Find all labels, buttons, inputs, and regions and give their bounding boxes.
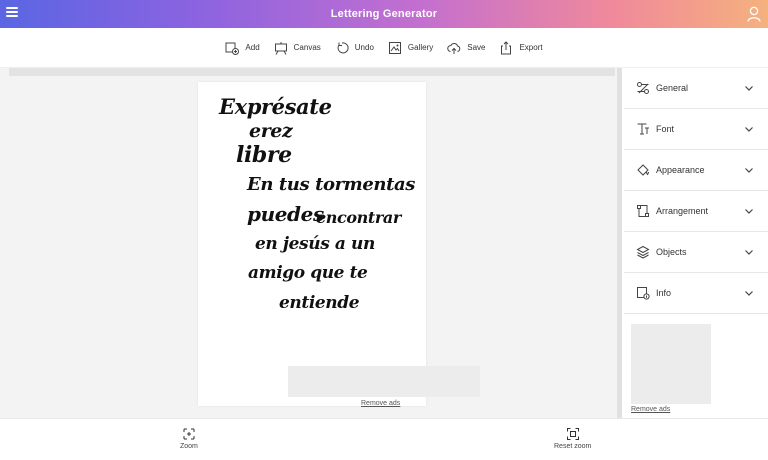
- export-button[interactable]: Export: [499, 40, 543, 55]
- section-arrangement[interactable]: Arrangement: [624, 191, 768, 232]
- section-label: Font: [656, 124, 675, 134]
- chevron-down-icon: [745, 209, 753, 214]
- gallery-button-label: Gallery: [407, 43, 434, 52]
- section-appearance[interactable]: Appearance: [624, 150, 768, 191]
- paint-bucket-icon: [637, 164, 649, 176]
- remove-ads-link[interactable]: Remove ads: [361, 400, 400, 407]
- easel-icon: [274, 41, 287, 55]
- lettering-line: entiende: [279, 293, 360, 313]
- lettering-line: encontrar: [316, 208, 401, 227]
- lettering-line: En tus tormentas: [247, 174, 415, 195]
- zoom-move-icon: [183, 428, 195, 440]
- lettering-line: Exprésate: [219, 94, 332, 119]
- hamburger-menu-icon[interactable]: [6, 7, 18, 19]
- app-window: Lettering Generator Add Canvas Undo Gall…: [0, 0, 768, 460]
- chevron-down-icon: [745, 168, 753, 173]
- chevron-down-icon: [745, 86, 753, 91]
- fit-screen-icon: [566, 428, 579, 440]
- section-font[interactable]: Font: [624, 109, 768, 150]
- section-label: General: [656, 83, 689, 93]
- lettering-line: amigo que te: [248, 263, 368, 283]
- vertical-scrollbar[interactable]: [617, 68, 622, 418]
- zoom-button[interactable]: Zoom: [180, 427, 198, 450]
- section-info[interactable]: Info: [624, 273, 768, 314]
- reset-zoom-button[interactable]: Reset zoom: [554, 427, 591, 450]
- section-label: Info: [656, 288, 672, 298]
- side-ad-placeholder[interactable]: [631, 324, 711, 404]
- save-button[interactable]: Save: [447, 41, 485, 55]
- cloud-upload-icon: [447, 42, 461, 54]
- layers-icon: [636, 245, 650, 259]
- arrange-icon: [637, 205, 649, 217]
- save-button-label: Save: [467, 43, 486, 52]
- share-icon: [501, 40, 512, 54]
- ad-banner[interactable]: [288, 366, 480, 397]
- workspace: Exprésate erez libre En tus tormentas pu…: [0, 68, 622, 418]
- canvas-button-label: Canvas: [293, 43, 321, 52]
- section-objects[interactable]: Objects: [624, 232, 768, 273]
- lettering-canvas[interactable]: Exprésate erez libre En tus tormentas pu…: [198, 82, 426, 406]
- chevron-down-icon: [745, 291, 753, 296]
- undo-button[interactable]: Undo: [335, 41, 374, 55]
- export-button-label: Export: [519, 43, 543, 52]
- gallery-button[interactable]: Gallery: [388, 41, 433, 55]
- info-image-icon: [637, 287, 650, 300]
- add-image-icon: [225, 42, 240, 55]
- app-title: Lettering Generator: [330, 8, 438, 20]
- gallery-icon: [388, 41, 401, 54]
- zoom-label: Zoom: [180, 443, 198, 450]
- section-label: Appearance: [656, 165, 705, 175]
- undo-icon: [337, 41, 349, 53]
- font-icon: [637, 123, 649, 135]
- user-icon[interactable]: [747, 6, 761, 22]
- settings-sliders-icon: [637, 82, 649, 94]
- lettering-line: puedes: [247, 202, 324, 226]
- undo-button-label: Undo: [354, 43, 374, 52]
- canvas-button[interactable]: Canvas: [274, 41, 321, 55]
- add-button-label: Add: [245, 43, 260, 52]
- horizontal-scrollbar[interactable]: [9, 68, 615, 76]
- reset-zoom-label: Reset zoom: [554, 443, 592, 450]
- section-label: Arrangement: [656, 206, 709, 216]
- section-general[interactable]: General: [624, 68, 768, 109]
- chevron-down-icon: [745, 250, 753, 255]
- section-label: Objects: [656, 247, 687, 257]
- main-toolbar: Add Canvas Undo Gallery Save Export: [0, 28, 768, 68]
- properties-panel: General Font Appearance Arrangement Obje…: [624, 68, 768, 418]
- lettering-line: en jesús a un: [255, 234, 375, 254]
- lettering-line: erez: [249, 120, 293, 142]
- lettering-line: libre: [236, 142, 292, 168]
- bottom-bar: Zoom Reset zoom: [0, 418, 768, 460]
- remove-ads-link[interactable]: Remove ads: [631, 406, 670, 413]
- chevron-down-icon: [745, 127, 753, 132]
- title-bar: Lettering Generator: [0, 0, 768, 28]
- add-button[interactable]: Add: [225, 41, 260, 55]
